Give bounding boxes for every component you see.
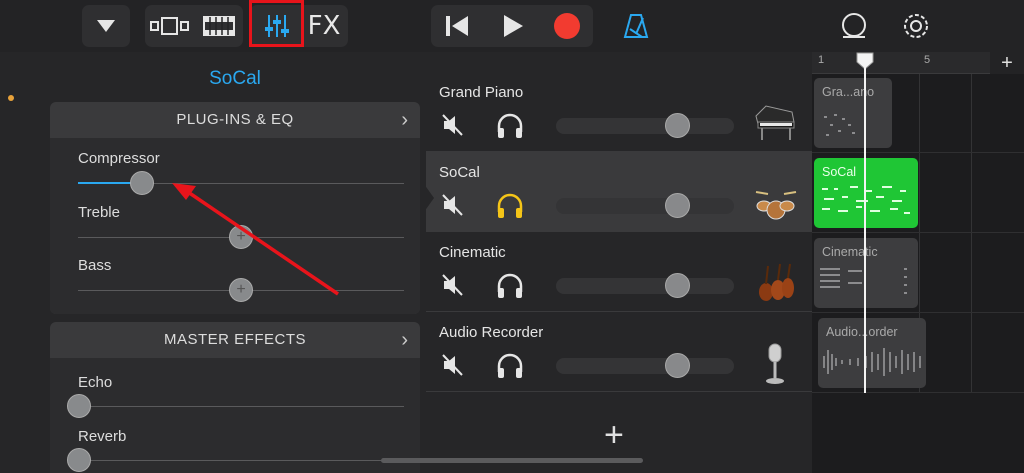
ruler[interactable]: 1 5 +	[812, 52, 1024, 74]
region-cinematic[interactable]: Cinematic	[814, 238, 918, 308]
midi-notes	[820, 268, 907, 294]
ruler-mark: 1	[818, 54, 825, 66]
track-header-grand-piano[interactable]: Grand Piano	[426, 72, 812, 152]
track-name: Grand Piano	[439, 84, 524, 101]
track-list: Grand Piano SoCal Cinematic Audio Record…	[426, 52, 812, 473]
grid-line	[971, 74, 972, 393]
region-label: Audio...order	[826, 325, 898, 339]
track-header-cinematic[interactable]: Cinematic	[426, 232, 812, 312]
audio-waveform	[823, 348, 921, 376]
drum-kit-icon	[752, 182, 798, 224]
ruler-mark: 5	[924, 54, 931, 66]
region-grand-piano[interactable]: Gra...ano	[814, 78, 892, 148]
track-name: Cinematic	[439, 244, 506, 261]
volume-slider[interactable]	[556, 198, 734, 214]
add-section-button[interactable]: +	[990, 52, 1024, 74]
grid-line	[812, 312, 1024, 313]
volume-knob[interactable]	[665, 353, 690, 378]
volume-knob[interactable]	[665, 193, 690, 218]
selection-notch	[424, 184, 434, 212]
grid-line	[812, 152, 1024, 153]
volume-slider[interactable]	[556, 118, 734, 134]
headphones-icon[interactable]	[495, 352, 525, 380]
volume-knob[interactable]	[665, 273, 690, 298]
region-socal[interactable]: SoCal	[814, 158, 918, 228]
region-label: Gra...ano	[822, 85, 875, 99]
microphone-icon	[752, 342, 798, 384]
headphones-icon[interactable]	[495, 112, 525, 140]
track-name: Audio Recorder	[439, 324, 544, 341]
playhead[interactable]	[864, 56, 866, 393]
track-name: SoCal	[439, 164, 480, 181]
headphones-icon[interactable]	[495, 272, 525, 300]
mute-icon[interactable]	[440, 112, 466, 138]
drum-pattern	[822, 186, 910, 214]
track-header-audio-recorder[interactable]: Audio Recorder	[426, 312, 812, 392]
volume-knob[interactable]	[665, 113, 690, 138]
strings-icon	[752, 262, 798, 304]
region-audio-recorder[interactable]: Audio...order	[818, 318, 926, 388]
grid-line	[812, 392, 1024, 393]
headphones-icon[interactable]	[495, 192, 525, 220]
add-track-button[interactable]: +	[604, 418, 624, 452]
midi-notes	[824, 114, 855, 136]
timeline-area[interactable]: 1 5 + Gra...ano SoCal Cinematic Audio...…	[812, 52, 1024, 473]
region-label: Cinematic	[822, 245, 878, 259]
mute-icon[interactable]	[440, 272, 466, 298]
mute-icon[interactable]	[440, 352, 466, 378]
track-header-socal[interactable]: SoCal	[426, 152, 812, 232]
region-label: SoCal	[822, 165, 857, 179]
volume-slider[interactable]	[556, 278, 734, 294]
grid-line	[812, 232, 1024, 233]
home-indicator[interactable]	[381, 458, 643, 463]
volume-slider[interactable]	[556, 358, 734, 374]
mute-icon[interactable]	[440, 192, 466, 218]
grand-piano-icon	[752, 102, 798, 144]
